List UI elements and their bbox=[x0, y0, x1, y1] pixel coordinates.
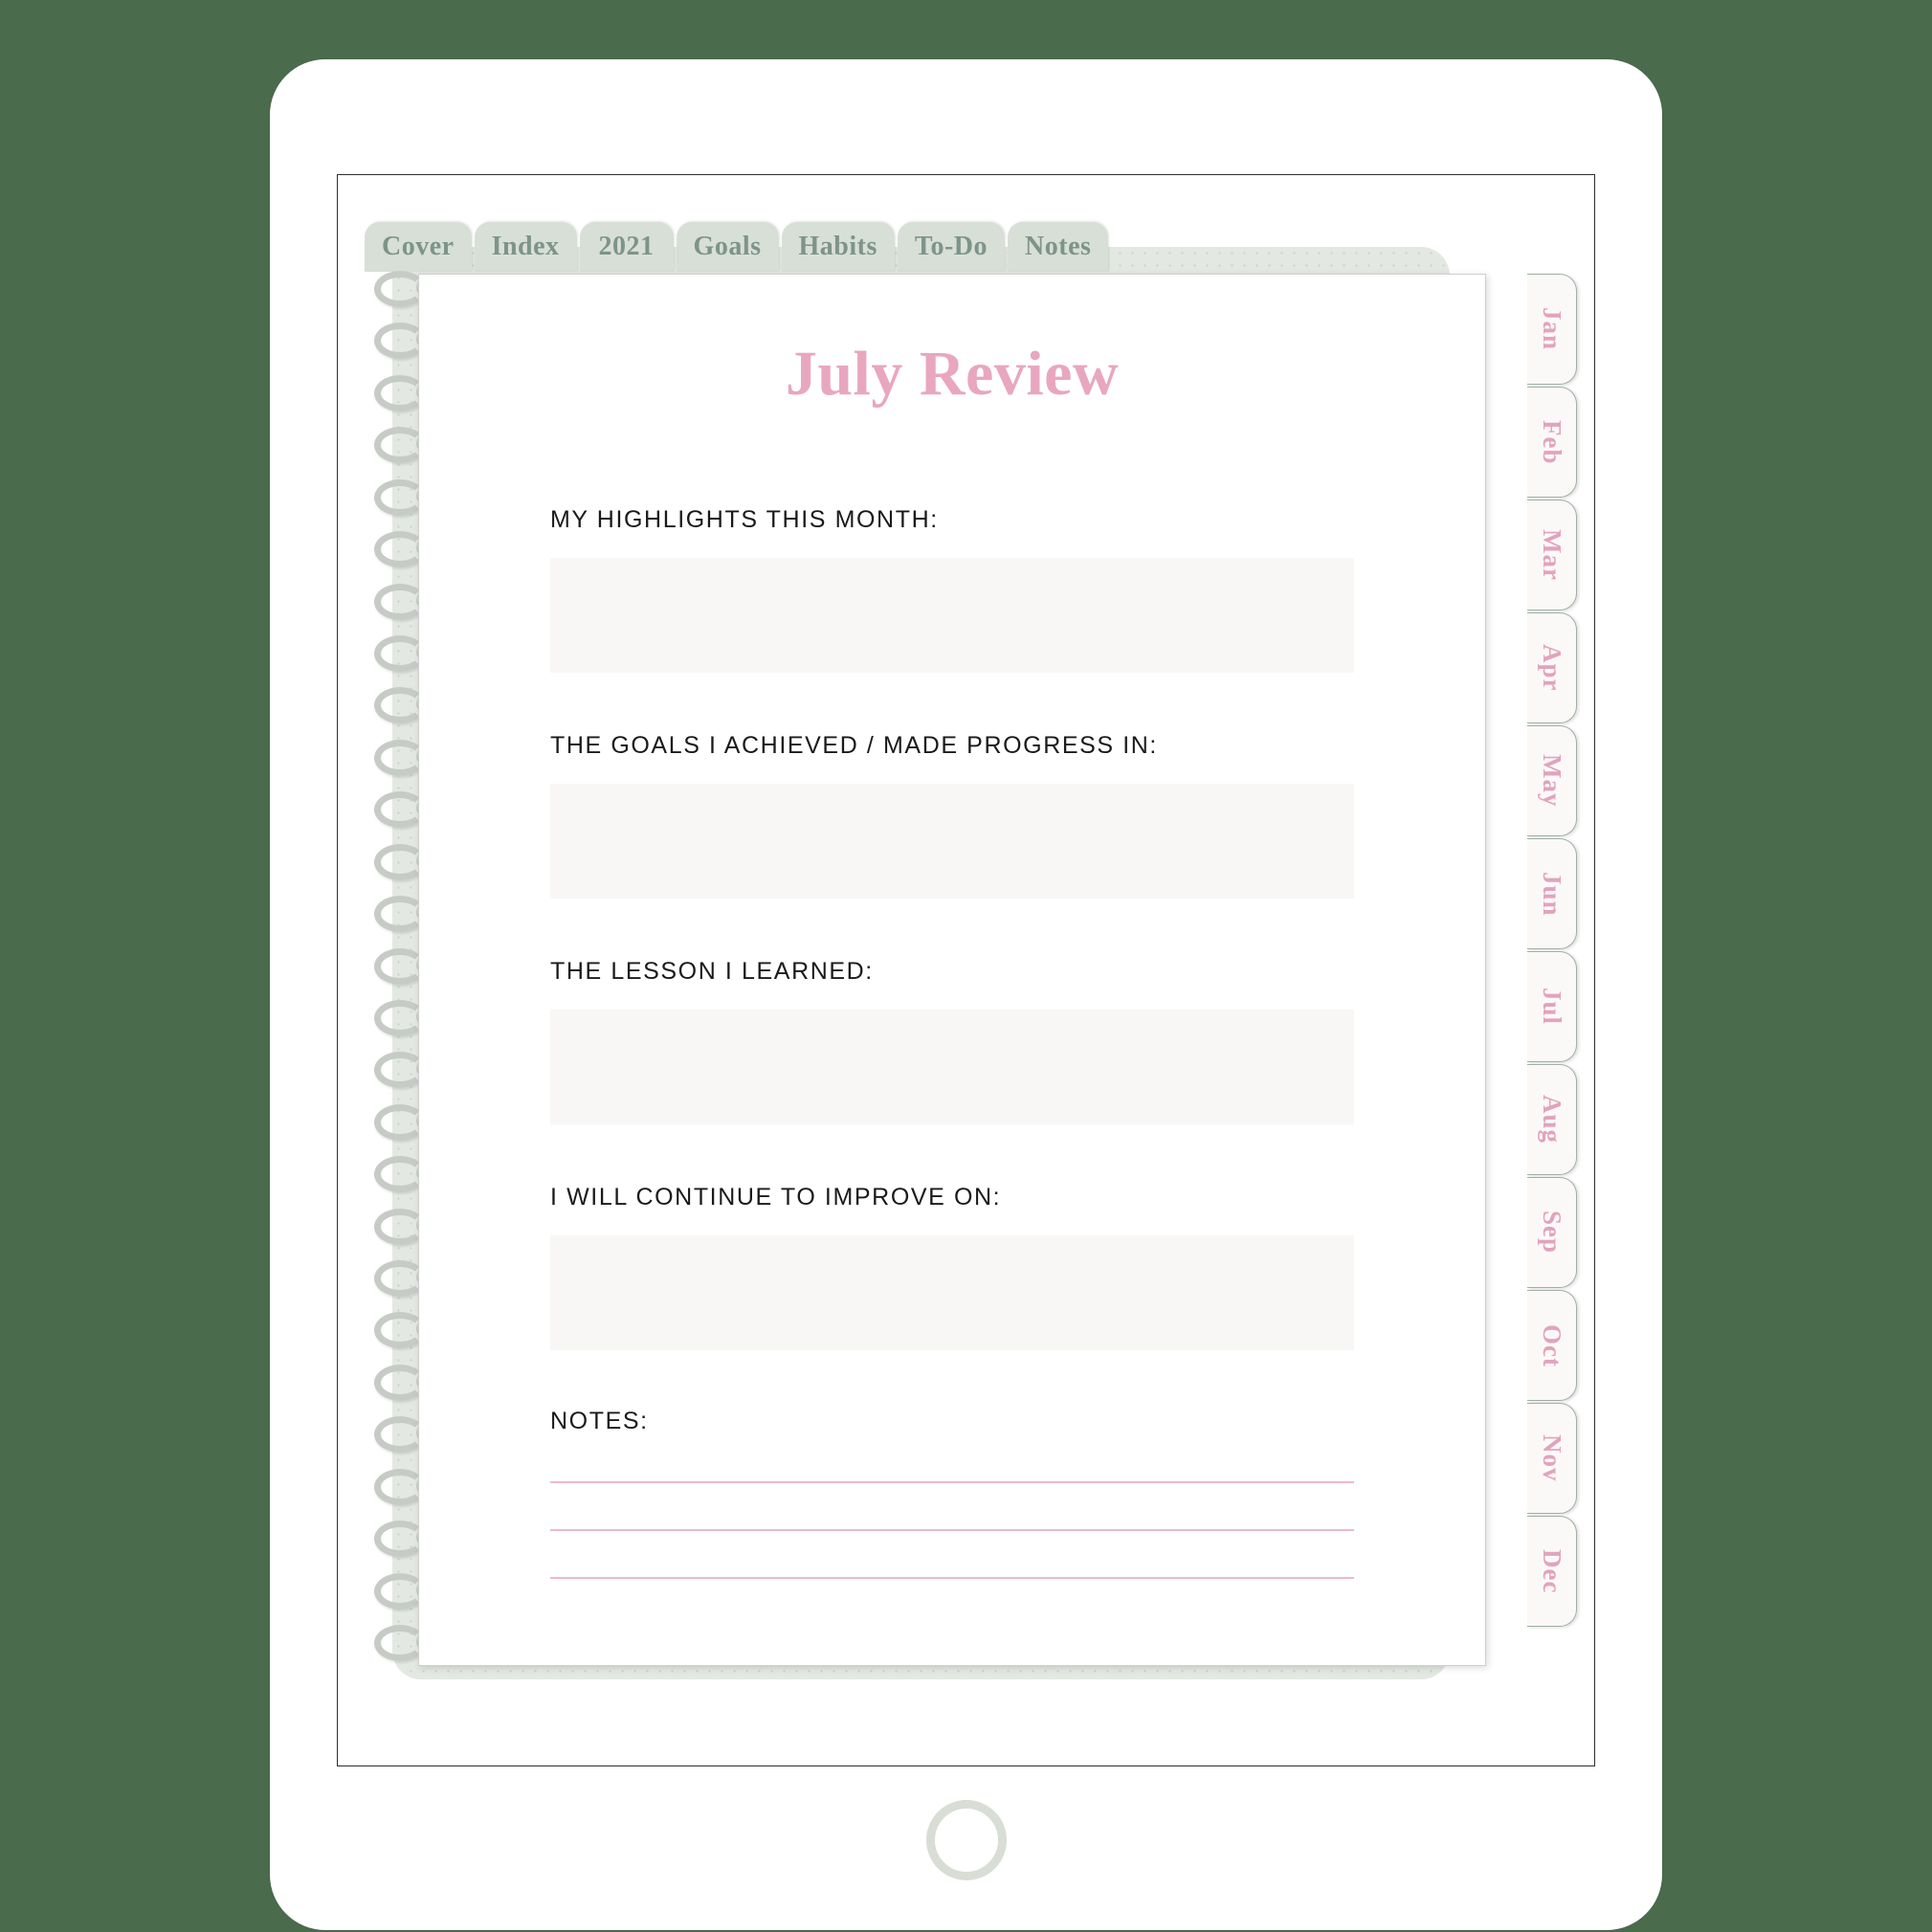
section-lesson-learned: THE LESSON I LEARNED: bbox=[550, 958, 1354, 1124]
month-tab-label: Apr bbox=[1538, 644, 1566, 692]
section-notes: NOTES: bbox=[550, 1408, 1354, 1579]
month-tab-dec[interactable]: Dec bbox=[1527, 1516, 1577, 1627]
top-tab-bar: Cover Index 2021 Goals Habits To-Do Note… bbox=[365, 220, 1109, 272]
top-tab-label: Habits bbox=[798, 232, 877, 261]
top-tab-label: Goals bbox=[693, 232, 762, 261]
top-tab-todo[interactable]: To-Do bbox=[897, 222, 1006, 272]
month-tab-label: Oct bbox=[1538, 1323, 1566, 1367]
month-tab-label: Jul bbox=[1538, 988, 1566, 1026]
highlights-input-box[interactable] bbox=[550, 558, 1354, 673]
notes-line[interactable] bbox=[550, 1529, 1354, 1531]
month-tab-apr[interactable]: Apr bbox=[1527, 612, 1577, 723]
notes-line[interactable] bbox=[550, 1481, 1354, 1483]
month-tab-label: May bbox=[1538, 754, 1566, 808]
top-tab-label: To-Do bbox=[914, 232, 988, 261]
section-highlights: MY HIGHLIGHTS THIS MONTH: bbox=[550, 506, 1354, 673]
improve-input-box[interactable] bbox=[550, 1235, 1354, 1350]
month-tab-bar: Jan Feb Mar Apr May Jun Jul Aug Sep Oct … bbox=[1527, 274, 1577, 1627]
month-tab-mar[interactable]: Mar bbox=[1527, 500, 1577, 611]
home-button[interactable] bbox=[925, 1800, 1007, 1880]
planner-page: July Review MY HIGHLIGHTS THIS MONTH: TH… bbox=[418, 274, 1486, 1666]
month-tab-jun[interactable]: Jun bbox=[1527, 838, 1577, 949]
month-tab-label: Feb bbox=[1538, 419, 1566, 465]
month-tab-label: Jan bbox=[1538, 307, 1566, 351]
month-tab-jan[interactable]: Jan bbox=[1527, 274, 1577, 385]
goals-input-box[interactable] bbox=[550, 784, 1354, 899]
notes-line[interactable] bbox=[550, 1577, 1354, 1579]
month-tab-label: Nov bbox=[1538, 1434, 1566, 1482]
page-title: July Review bbox=[785, 339, 1120, 409]
top-tab-cover[interactable]: Cover bbox=[365, 222, 472, 272]
month-tab-label: Mar bbox=[1538, 529, 1566, 581]
month-tab-nov[interactable]: Nov bbox=[1527, 1403, 1577, 1514]
top-tab-2021[interactable]: 2021 bbox=[579, 222, 674, 272]
month-tab-aug[interactable]: Aug bbox=[1527, 1064, 1577, 1175]
top-tab-label: Notes bbox=[1025, 232, 1092, 261]
month-tab-oct[interactable]: Oct bbox=[1527, 1290, 1577, 1401]
tablet-screen: Cover Index 2021 Goals Habits To-Do Note… bbox=[337, 174, 1595, 1766]
month-tab-label: Dec bbox=[1538, 1548, 1566, 1594]
section-improve-on: I WILL CONTINUE TO IMPROVE ON: bbox=[550, 1184, 1354, 1350]
month-tab-feb[interactable]: Feb bbox=[1527, 387, 1577, 498]
month-tab-label: Sep bbox=[1538, 1210, 1566, 1255]
section-label: MY HIGHLIGHTS THIS MONTH: bbox=[550, 506, 939, 533]
month-tab-sep[interactable]: Sep bbox=[1527, 1177, 1577, 1288]
month-tab-jul[interactable]: Jul bbox=[1527, 951, 1577, 1062]
notes-label: NOTES: bbox=[550, 1408, 649, 1434]
section-label: I WILL CONTINUE TO IMPROVE ON: bbox=[550, 1184, 1002, 1210]
month-tab-may[interactable]: May bbox=[1527, 725, 1577, 836]
section-label: THE GOALS I ACHIEVED / MADE PROGRESS IN: bbox=[550, 732, 1158, 759]
section-goals-achieved: THE GOALS I ACHIEVED / MADE PROGRESS IN: bbox=[550, 732, 1354, 899]
month-tab-label: Aug bbox=[1538, 1095, 1566, 1144]
month-tab-label: Jun bbox=[1538, 871, 1566, 917]
digital-planner: Cover Index 2021 Goals Habits To-Do Note… bbox=[338, 175, 1594, 1765]
top-tab-habits[interactable]: Habits bbox=[781, 222, 895, 272]
top-tab-index[interactable]: Index bbox=[474, 222, 577, 272]
top-tab-label: 2021 bbox=[598, 232, 655, 261]
tablet-device: Cover Index 2021 Goals Habits To-Do Note… bbox=[270, 59, 1662, 1930]
top-tab-label: Index bbox=[491, 232, 560, 261]
section-label: THE LESSON I LEARNED: bbox=[550, 958, 874, 985]
lesson-input-box[interactable] bbox=[550, 1010, 1354, 1124]
top-tab-label: Cover bbox=[382, 232, 455, 261]
top-tab-goals[interactable]: Goals bbox=[676, 222, 779, 272]
top-tab-notes[interactable]: Notes bbox=[1008, 222, 1109, 272]
